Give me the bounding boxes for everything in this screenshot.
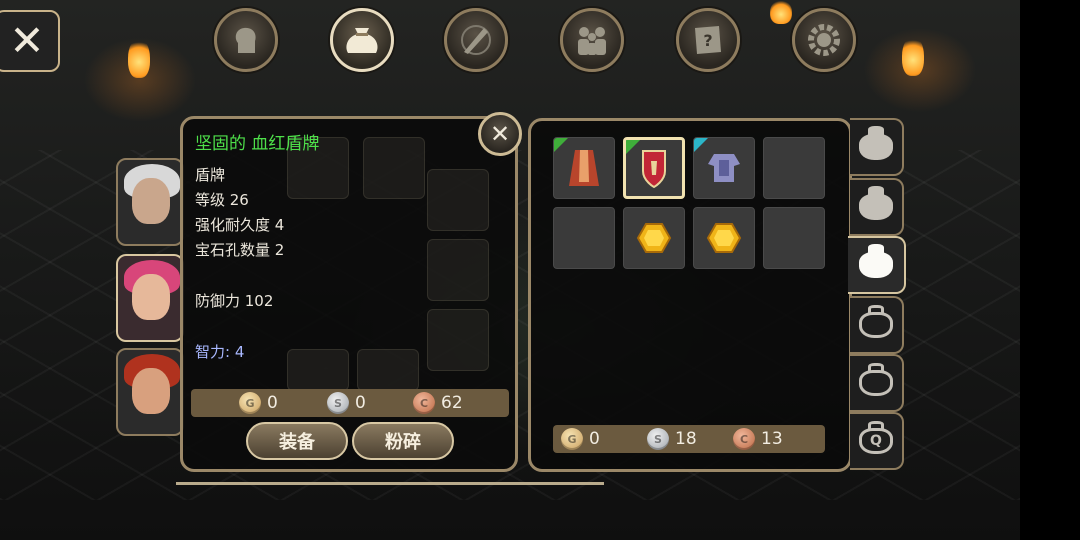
bag-icon [346,28,378,53]
bag-tab-2[interactable] [850,178,904,236]
equipment-slot-ghost [427,309,489,371]
party-member-portrait-2[interactable] [116,254,184,342]
item-bonus-stat: 智力: 4 [195,343,245,361]
tab-skills[interactable] [444,8,508,72]
item-price-bar: G 0 S 0 C 62 [191,389,509,417]
torch-flame [128,38,150,78]
inventory-slot-empty[interactable] [553,207,615,269]
item-gem-slots: 宝石孔数量 2 [195,241,285,259]
bag-tab-1[interactable] [850,118,904,176]
steel-armor-icon [708,154,740,182]
yellow-gem-icon [706,223,742,253]
equipment-slot-ghost [287,349,349,391]
close-menu-button[interactable]: ✕ [0,10,60,72]
wallet-copper: 13 [761,429,783,449]
quest-bag-icon: Q [859,421,893,454]
tab-quests[interactable]: ? [676,8,740,72]
wallet-gold: 0 [589,429,600,449]
party-member-portrait-1[interactable] [116,158,184,246]
svg-text:?: ? [703,31,712,50]
rarity-marker [554,138,568,152]
close-icon: ✕ [9,16,45,65]
item-info-panel: 坚固的 血红盾牌 盾牌 等级 26 强化耐久度 4 宝石孔数量 2 防御力 10… [180,116,518,472]
inventory-slot[interactable] [623,207,685,269]
torch-flame [770,0,792,24]
copper-coin-icon: C [413,392,435,414]
inventory-slot[interactable] [693,207,755,269]
tab-character[interactable] [214,8,278,72]
equip-button[interactable]: 装备 [246,422,348,460]
locked-bag-icon [859,363,893,396]
smash-button[interactable]: 粉碎 [352,422,454,460]
wallet-bar: G 0 S 18 C 13 [553,425,825,453]
item-level: 等级 26 [195,191,249,209]
inventory-slot-selected[interactable] [623,137,685,199]
inventory-slot[interactable] [693,137,755,199]
bag-icon [859,244,893,278]
inventory-slot-empty[interactable] [763,137,825,199]
bag-tab-4[interactable] [850,296,904,354]
gold-coin-icon: G [239,392,261,414]
copper-coin-icon: C [733,428,755,450]
equipment-slot-ghost [427,239,489,301]
bag-tab-5[interactable] [850,354,904,412]
equipment-slot-ghost [363,137,425,199]
silver-coin-icon: S [327,392,349,414]
tab-party[interactable] [560,8,624,72]
scroll-icon: ? [695,26,721,54]
item-name: 坚固的 血红盾牌 [195,134,320,154]
silver-coin-icon: S [647,428,669,450]
inventory-panel: G 0 S 18 C 13 [528,118,852,472]
bag-tab-3[interactable] [848,236,906,294]
price-copper: 62 [441,393,463,413]
party-member-portrait-3[interactable] [116,348,184,436]
locked-bag-icon [859,305,893,338]
divider-line [176,482,604,485]
equipment-slot-ghost [357,349,419,391]
screen-edge [1020,0,1080,540]
close-icon: ✕ [489,120,511,148]
party-icon [578,27,606,55]
quest-bag-label: Q [870,433,882,449]
portrait-face [132,178,170,224]
price-silver: 0 [355,393,366,413]
head-icon [235,27,256,53]
gear-icon [808,24,840,56]
close-item-info-button[interactable]: ✕ [478,112,522,156]
equipment-slot-ghost [427,169,489,231]
inventory-slot[interactable] [553,137,615,199]
torch-flame [902,36,924,76]
sword-icon [461,25,491,55]
item-type: 盾牌 [195,166,226,184]
portrait-face [132,274,170,320]
item-defense: 防御力 102 [195,292,274,310]
tab-settings[interactable] [792,8,856,72]
portrait-face [132,368,170,414]
bag-icon [859,186,893,220]
red-cloak-icon [569,150,599,186]
bag-tab-quest[interactable]: Q [850,412,904,470]
wallet-silver: 18 [675,429,697,449]
inventory-slot-empty[interactable] [763,207,825,269]
rarity-marker [626,140,640,154]
yellow-gem-icon [636,223,672,253]
price-gold: 0 [267,393,278,413]
gold-coin-icon: G [561,428,583,450]
item-enhance-durability: 强化耐久度 4 [195,216,285,234]
red-shield-icon [642,150,666,189]
bag-icon [859,126,893,160]
tab-inventory[interactable] [330,8,394,72]
